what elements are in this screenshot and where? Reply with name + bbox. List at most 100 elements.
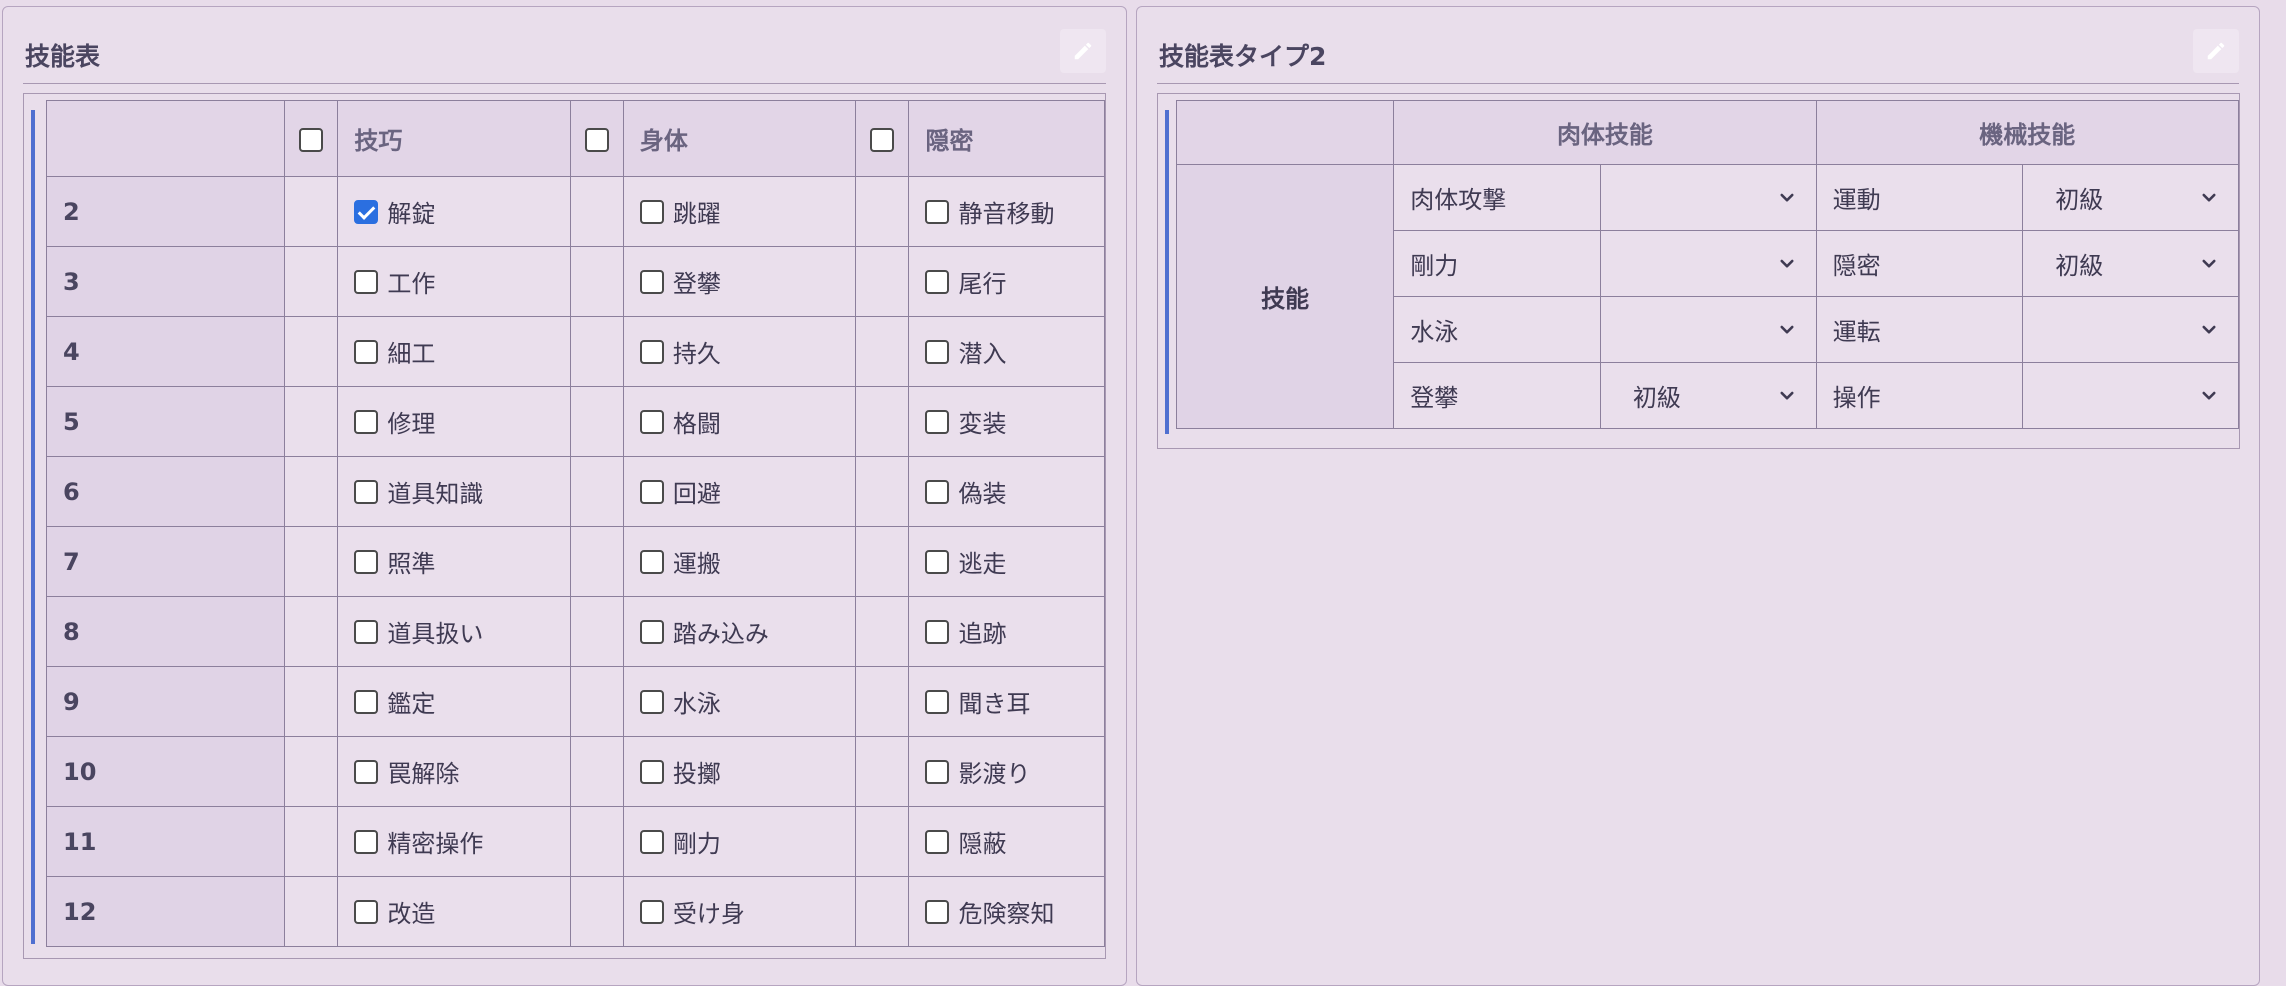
skill-option[interactable]: 運搬 [624,544,855,579]
skill-checkbox[interactable] [354,409,379,434]
skill-option[interactable]: 変装 [909,404,1104,439]
skill-option[interactable]: 解錠 [338,194,569,229]
skill-option[interactable]: 静音移動 [909,194,1104,229]
skill-option[interactable]: 剛力 [624,824,855,859]
skill-cell: 鑑定 [337,666,571,737]
skill-option[interactable]: 持久 [624,334,855,369]
skill-option[interactable]: 道具扱い [338,614,569,649]
skill-option[interactable]: 潜入 [909,334,1104,369]
skill-option[interactable]: 逃走 [909,544,1104,579]
skill-option[interactable]: 罠解除 [338,754,569,789]
skill-checkbox[interactable] [639,759,664,784]
skill-cell: 踏み込み [622,596,857,667]
skill-checkbox[interactable] [925,199,950,224]
skill-checkbox[interactable] [925,549,950,574]
skill-option[interactable]: 受け身 [624,894,855,929]
skill-checkbox[interactable] [925,759,950,784]
skill-option[interactable]: 道具知識 [338,474,569,509]
select-all-checkbox[interactable] [584,127,609,152]
skill-option[interactable]: 登攀 [624,264,855,299]
skill-checkbox[interactable] [354,619,379,644]
pencil-icon [1074,42,1092,60]
skill-checkbox[interactable] [639,199,664,224]
skill-option[interactable]: 格闘 [624,404,855,439]
empty-cell [855,806,910,877]
skill-checkbox[interactable] [925,409,950,434]
skill-checkbox[interactable] [354,269,379,294]
skill-label: 道具知識 [387,480,484,508]
skill-option[interactable]: 尾行 [909,264,1104,299]
skill-checkbox[interactable] [354,479,379,504]
skill-option[interactable]: 踏み込み [624,614,855,649]
skill-checkbox[interactable] [354,339,379,364]
skill-checkbox[interactable] [639,899,664,924]
skill-checkbox[interactable] [354,759,379,784]
skill-label: 格闘 [672,410,721,438]
skill-cell: 追跡 [908,596,1105,667]
skill-option[interactable]: 工作 [338,264,569,299]
edit-button[interactable] [1060,29,1106,73]
skill-checkbox[interactable] [354,549,379,574]
skill-label: 尾行 [958,270,1007,298]
row-number: 9 [46,666,285,737]
skill-checkbox[interactable] [354,199,379,224]
skill-checkbox[interactable] [639,689,664,714]
select-all-checkbox[interactable] [870,127,895,152]
skill-option[interactable]: 危険察知 [909,894,1104,929]
skill-cell: 格闘 [622,386,857,457]
skill-checkbox[interactable] [925,619,950,644]
skill-option[interactable]: 影渡り [909,754,1104,789]
skill-cell: 改造 [337,876,571,947]
level-select[interactable]: 初級 [2022,230,2239,297]
skill-option[interactable]: 聞き耳 [909,684,1104,719]
skill-checkbox[interactable] [925,339,950,364]
skill-option[interactable]: 精密操作 [338,824,569,859]
skill-option[interactable]: 改造 [338,894,569,929]
level-select[interactable] [1599,230,1817,297]
skill-option[interactable]: 鑑定 [338,684,569,719]
skill-option[interactable]: 投擲 [624,754,855,789]
skill-checkbox[interactable] [925,899,950,924]
table-row: 7 照準 運搬 逃走 [46,526,1105,597]
skill-cell: 逃走 [908,526,1105,597]
level-select[interactable] [2022,362,2239,429]
skill-checkbox[interactable] [925,479,950,504]
row-number: 4 [46,316,285,387]
skill-checkbox[interactable] [639,549,664,574]
skill-option[interactable]: 偽装 [909,474,1104,509]
row-number: 2 [46,176,285,247]
skill-table: 技巧 身体 隠密 2 解錠 跳躍 静音移動 3 工作 登攀 尾行 4 細工 持久 潜入 5 修理 格闘 変装 6… [46,100,1105,947]
edit-button[interactable] [2193,29,2239,73]
skill-option[interactable]: 隠蔽 [909,824,1104,859]
level-select[interactable]: 初級 [1599,362,1817,429]
empty-cell [855,246,910,317]
skill-option[interactable]: 追跡 [909,614,1104,649]
level-select[interactable] [1599,164,1817,231]
skill-checkbox[interactable] [925,829,950,854]
chevron-down-icon [2202,391,2216,400]
skill-checkbox[interactable] [639,339,664,364]
skill-checkbox[interactable] [354,829,379,854]
skill-option[interactable]: 水泳 [624,684,855,719]
level-select[interactable] [2022,296,2239,363]
level-select[interactable] [1599,296,1817,363]
skill-option[interactable]: 回避 [624,474,855,509]
skill-option[interactable]: 跳躍 [624,194,855,229]
skill-option[interactable]: 修理 [338,404,569,439]
skill-cell: 精密操作 [337,806,571,877]
skill-option[interactable]: 細工 [338,334,569,369]
level-select[interactable]: 初級 [2022,164,2239,231]
skill-checkbox[interactable] [639,479,664,504]
skill-checkbox[interactable] [639,619,664,644]
skill-checkbox[interactable] [925,689,950,714]
skill-checkbox[interactable] [354,689,379,714]
skill-checkbox[interactable] [354,899,379,924]
skill-checkbox[interactable] [925,269,950,294]
select-all-checkbox[interactable] [299,127,324,152]
skill-option[interactable]: 照準 [338,544,569,579]
skill-label: 剛力 [672,830,721,858]
skill-checkbox[interactable] [639,269,664,294]
skill-checkbox[interactable] [639,409,664,434]
skill-cell: 受け身 [622,876,857,947]
skill-checkbox[interactable] [639,829,664,854]
